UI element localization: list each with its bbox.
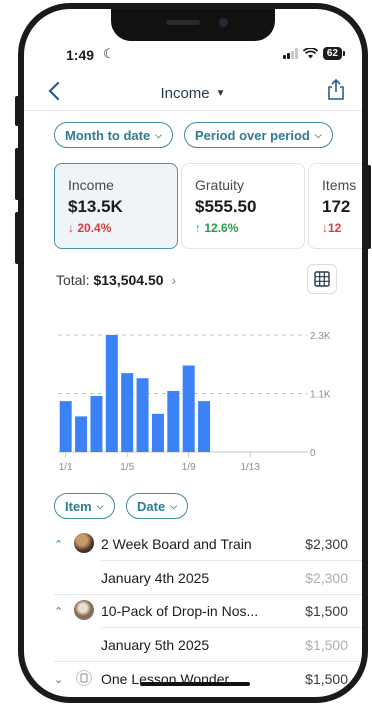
chevron-down-icon: ⌵ [96, 500, 104, 511]
metric-label: Gratuity [195, 177, 245, 193]
divider [54, 594, 362, 595]
item-date: January 4th 2025 [101, 570, 210, 586]
item-date: January 5th 2025 [101, 637, 210, 653]
chart-bar [59, 401, 72, 452]
divider [101, 560, 362, 561]
chevron-down-icon: ⌵ [170, 500, 178, 511]
signal-icon [282, 48, 298, 59]
home-indicator [140, 682, 250, 686]
arrow-up-icon: ↑ [195, 221, 205, 235]
metric-value: 172 [322, 197, 351, 216]
notch [111, 9, 275, 41]
x-tick-label: 1/1 [59, 462, 73, 471]
chart-bar [75, 416, 88, 452]
metric-card-items[interactable]: Items 172 ↓12 [308, 163, 362, 249]
chevron-down-icon[interactable]: ⌄ [54, 673, 63, 686]
item-amount: $2,300 [305, 570, 348, 586]
avatar [74, 600, 94, 620]
period-filter-button[interactable]: Month to date ⌵ [54, 122, 174, 148]
arrow-down-icon: ↓ [68, 221, 78, 235]
list-item[interactable]: ⌄ One Lesson Wonder $1,500 [24, 664, 362, 697]
x-tick-label: 1/13 [240, 462, 260, 471]
metric-value: $555.50 [195, 197, 257, 216]
income-bar-chart: 0 1.1K 2.3K 1/1 1/5 1/9 1/13 [58, 331, 331, 471]
metric-change: ↑ 12.6% [195, 221, 239, 235]
chart-bar [136, 378, 149, 452]
list-item[interactable]: ⌃ 2 Week Board and Train $2,300 [24, 529, 362, 563]
metric-change: ↓ 20.4% [68, 221, 112, 235]
divider [54, 661, 362, 662]
period-filter-label: Month to date [65, 127, 151, 143]
phone-frame: 1:49 ☾ 62 Income ▼ Month to date ⌵ Perio… [18, 3, 368, 703]
y-tick-label: 0 [310, 448, 316, 459]
x-tick-label: 1/5 [120, 462, 134, 471]
caret-down-icon: ▼ [215, 88, 226, 99]
group-by-item-button[interactable]: Item ⌵ [54, 493, 115, 519]
status-time: 1:49 [66, 47, 95, 63]
chevron-up-icon[interactable]: ⌃ [54, 538, 63, 551]
x-tick-label: 1/9 [182, 462, 196, 471]
item-name: 2 Week Board and Train [101, 536, 252, 552]
metric-label: Items [322, 177, 357, 193]
date-filter-label: Date [137, 498, 166, 514]
total-label: Total: [56, 272, 90, 288]
camera [219, 18, 228, 27]
y-tick-label: 2.3K [310, 331, 331, 342]
chart-bar [105, 335, 118, 452]
chevron-right-icon: › [171, 272, 177, 288]
metric-card-income[interactable]: Income $13.5K ↓ 20.4% [54, 163, 178, 249]
chevron-down-icon: ⌵ [155, 129, 163, 140]
table-grid-icon [314, 271, 330, 287]
chevron-down-icon: ⌵ [314, 129, 322, 140]
item-amount: $1,500 [305, 603, 348, 619]
total-link[interactable]: Total: $13,504.50 › [56, 272, 176, 288]
speaker [166, 20, 200, 25]
chart-bar [182, 365, 195, 452]
item-amount: $1,500 [305, 671, 348, 687]
divider [101, 627, 362, 628]
metric-value: $13.5K [68, 197, 123, 216]
group-by-date-button[interactable]: Date ⌵ [126, 493, 189, 519]
chart-bar [167, 390, 180, 452]
chevron-up-icon[interactable]: ⌃ [54, 605, 63, 618]
chart-bar [198, 401, 211, 452]
nav-bar: Income ▼ [24, 75, 362, 111]
comparison-filter-label: Period over period [195, 127, 310, 143]
item-placeholder-icon [76, 670, 92, 686]
list-item[interactable]: January 5th 2025 $1,500 [24, 630, 362, 664]
chart-bar [90, 396, 103, 452]
status-indicators: 62 [282, 47, 346, 60]
list-item[interactable]: January 4th 2025 $2,300 [24, 563, 362, 597]
y-tick-label: 1.1K [310, 390, 331, 401]
table-view-button[interactable] [307, 264, 337, 294]
share-icon[interactable] [326, 79, 346, 101]
item-name: 10-Pack of Drop-in Nos... [101, 603, 259, 619]
item-filter-label: Item [65, 498, 92, 514]
list-item[interactable]: ⌃ 10-Pack of Drop-in Nos... $1,500 [24, 596, 362, 630]
item-amount: $2,300 [305, 536, 348, 552]
metric-card-gratuity[interactable]: Gratuity $555.50 ↑ 12.6% [181, 163, 305, 249]
battery-icon: 62 [322, 47, 346, 60]
wifi-icon [302, 48, 318, 59]
app-screen: 1:49 ☾ 62 Income ▼ Month to date ⌵ Perio… [24, 9, 362, 697]
metric-label: Income [68, 177, 114, 193]
avatar [74, 533, 94, 553]
chart-bar [121, 373, 134, 452]
item-amount: $1,500 [305, 637, 348, 653]
focus-moon-icon: ☾ [103, 46, 115, 61]
chart-bar [151, 413, 164, 452]
report-title: Income [160, 85, 210, 102]
metric-change: ↓12 [322, 221, 342, 235]
comparison-filter-button[interactable]: Period over period ⌵ [184, 122, 333, 148]
total-value: $13,504.50 [93, 272, 164, 288]
report-title-dropdown[interactable]: Income ▼ [24, 85, 362, 102]
